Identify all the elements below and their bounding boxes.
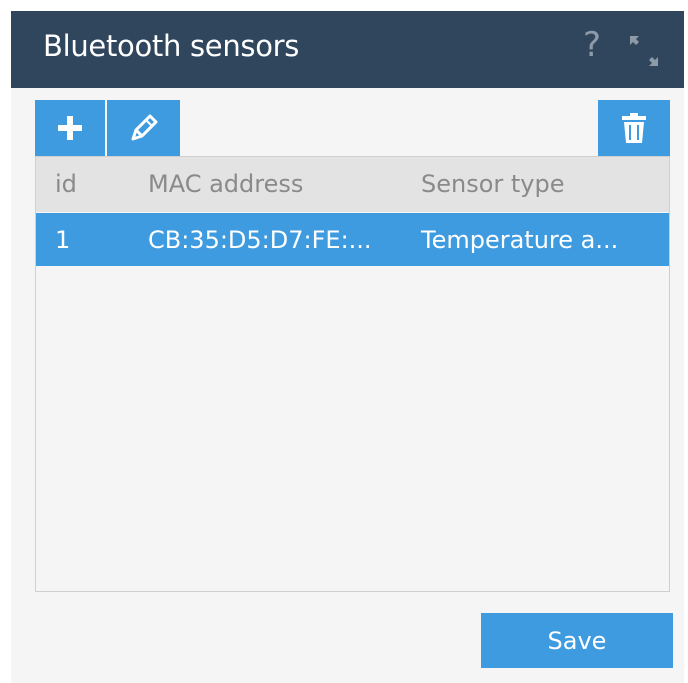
save-button[interactable]: Save: [481, 613, 673, 668]
bluetooth-sensors-dialog: Bluetooth sensors ? id MAC address Senso…: [11, 11, 684, 683]
table-row[interactable]: 1 CB:35:D5:D7:FE:... Temperature a...: [36, 213, 669, 266]
add-sensor-button[interactable]: [35, 100, 105, 156]
titlebar: Bluetooth sensors ?: [11, 11, 684, 88]
cell-sensor-type: Temperature a...: [421, 226, 619, 254]
cell-mac-address: CB:35:D5:D7:FE:...: [148, 226, 372, 254]
help-icon[interactable]: ?: [583, 25, 601, 65]
delete-sensor-button[interactable]: [598, 100, 670, 156]
pencil-icon: [131, 114, 157, 141]
trash-icon: [622, 113, 646, 143]
sensors-table: id MAC address Sensor type 1 CB:35:D5:D7…: [35, 156, 670, 592]
cell-id: 1: [55, 226, 71, 254]
edit-sensor-button[interactable]: [107, 100, 180, 156]
dialog-title: Bluetooth sensors: [43, 29, 300, 63]
column-header-id[interactable]: id: [55, 170, 77, 198]
column-header-mac-address[interactable]: MAC address: [148, 170, 303, 198]
table-header: id MAC address Sensor type: [36, 157, 669, 212]
column-header-sensor-type[interactable]: Sensor type: [421, 170, 565, 198]
plus-icon: [58, 116, 82, 140]
minimize-icon[interactable]: [627, 34, 661, 68]
